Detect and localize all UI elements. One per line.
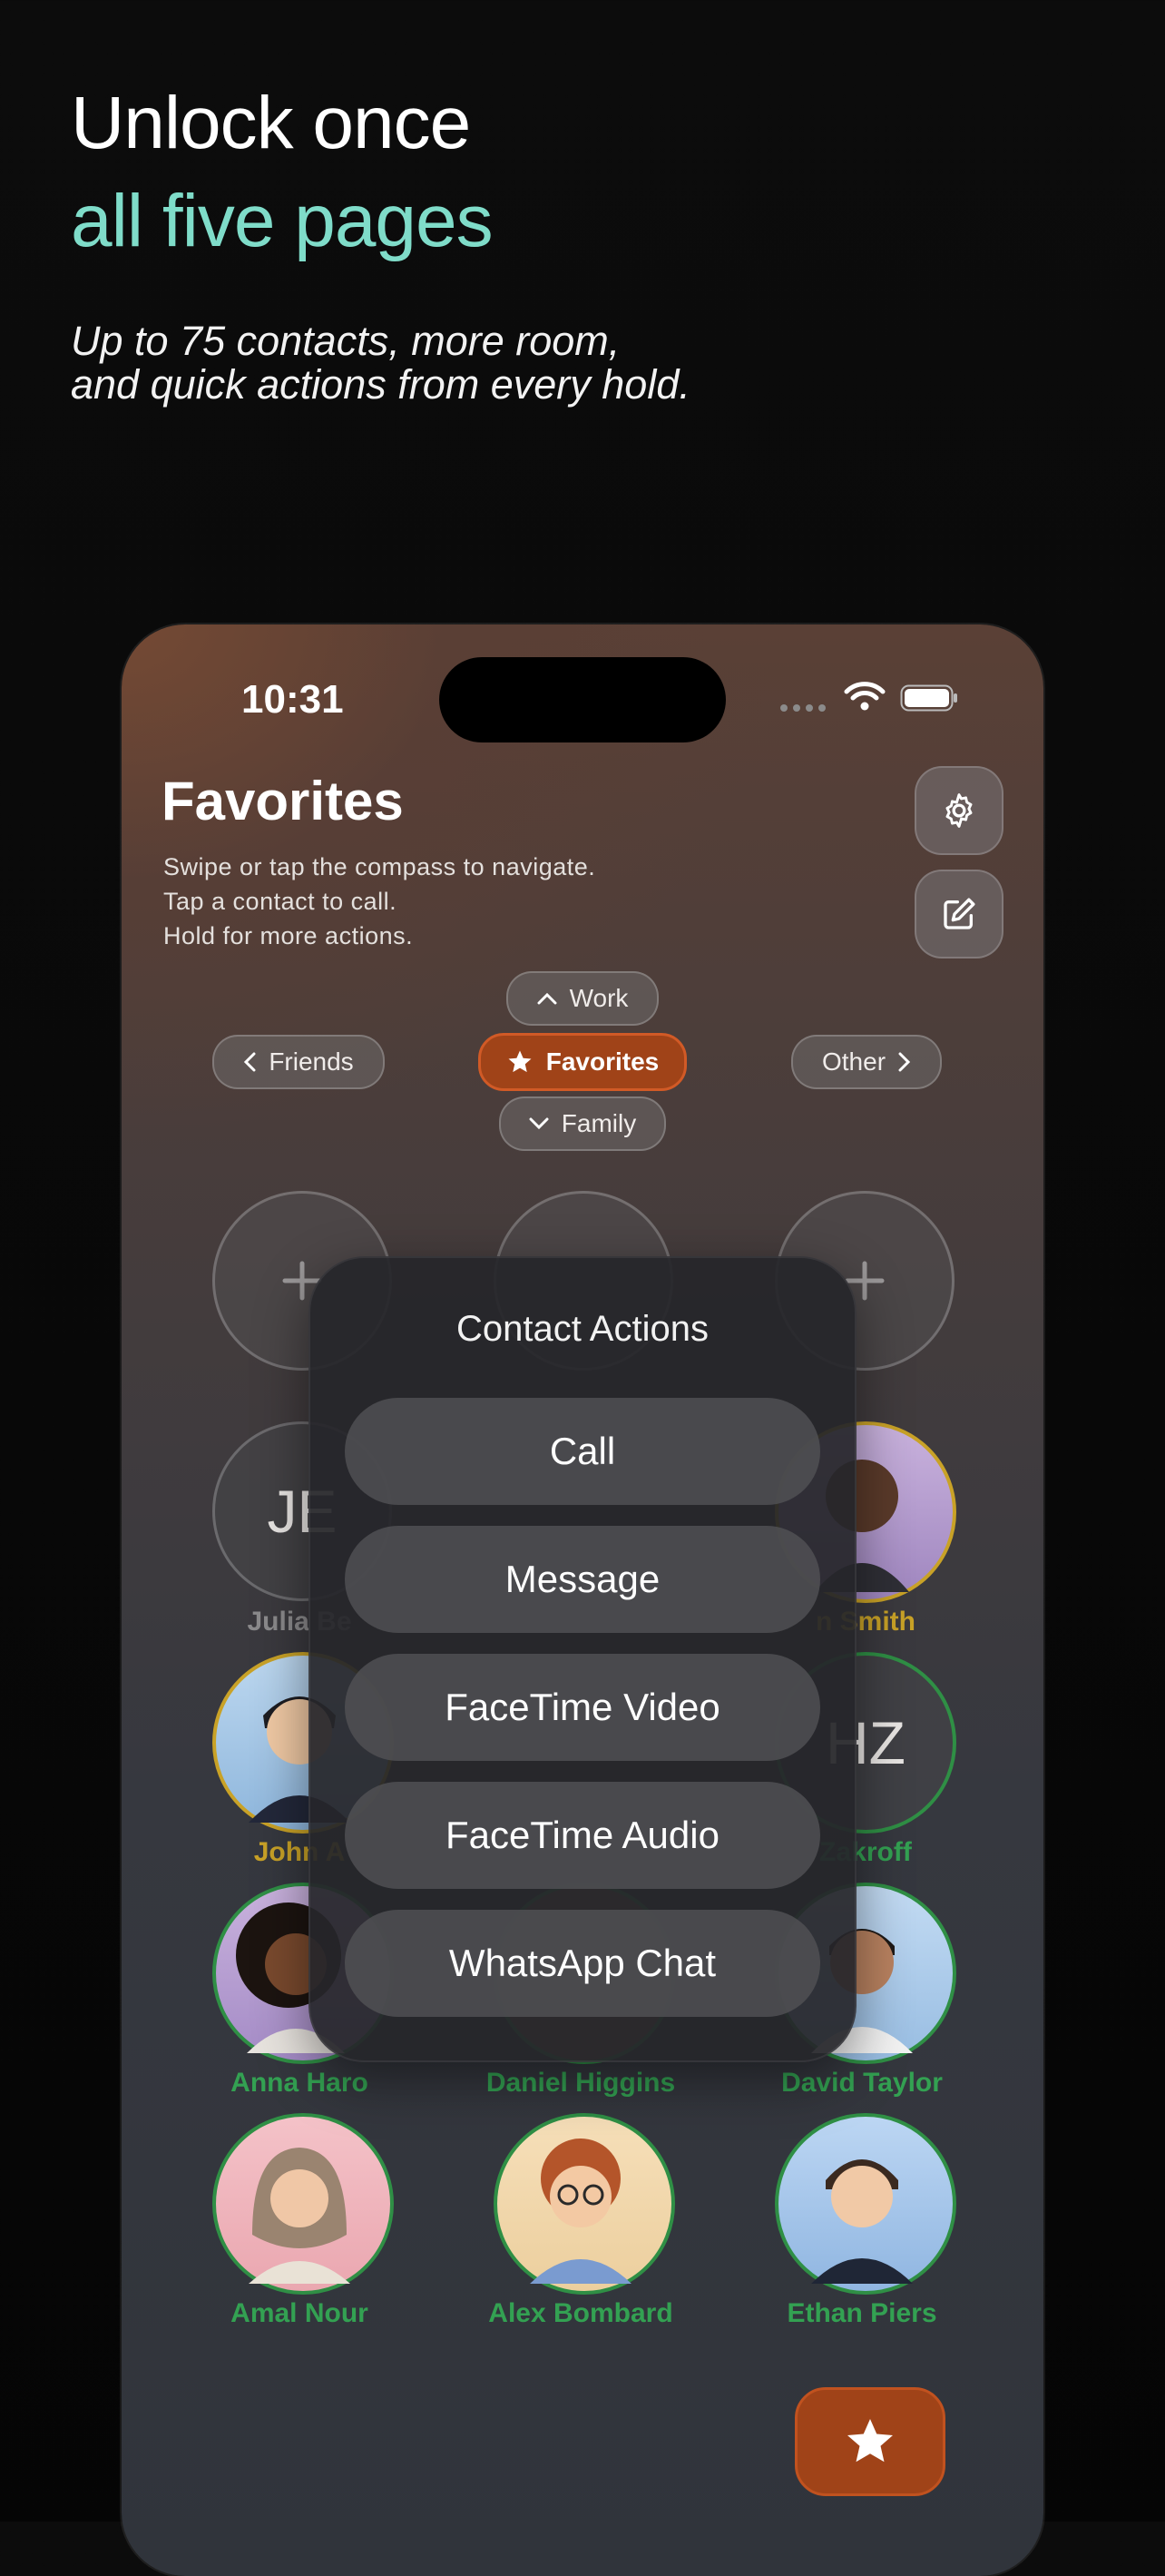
edit-button[interactable] (915, 870, 1003, 959)
compass-center-favorites[interactable]: Favorites (478, 1033, 687, 1091)
headline: Unlock once all five pages (71, 74, 494, 270)
contact-name: Anna Haro (230, 2068, 368, 2098)
headline-line-1: Unlock once (71, 82, 471, 164)
compass-up-work[interactable]: Work (506, 971, 659, 1026)
favorites-button[interactable] (795, 2387, 945, 2496)
menu-title: Contact Actions (456, 1309, 709, 1349)
person-portrait-icon (530, 2138, 631, 2284)
compose-icon (944, 898, 975, 929)
facetime-audio-button[interactable]: FaceTime Audio (345, 1782, 820, 1889)
chevron-left-icon (244, 1052, 256, 1072)
contact-actions-menu: Contact Actions Call Message FaceTime Vi… (308, 1256, 857, 2062)
contact-avatar-ethan[interactable] (775, 2113, 956, 2295)
star-icon (508, 1050, 532, 1073)
contact-avatar-alex[interactable] (494, 2113, 675, 2295)
subtitle-line-2: and quick actions from every hold. (71, 361, 690, 408)
compass-center-label: Favorites (545, 1047, 660, 1076)
chevron-right-icon (898, 1052, 911, 1072)
contact-name: Ethan Piers (787, 2298, 937, 2328)
contact-name: Alex Bombard (488, 2298, 673, 2328)
compass-down-family[interactable]: Family (499, 1096, 666, 1151)
subtitle-line-1: Up to 75 contacts, more room, (71, 318, 621, 364)
star-icon (847, 2419, 893, 2463)
subtitle: Up to 75 contacts, more room, and quick … (71, 320, 690, 407)
signal-dots-icon (780, 704, 826, 712)
person-portrait-icon (811, 2159, 913, 2284)
compass-left-friends[interactable]: Friends (212, 1035, 385, 1089)
phone-mockup: 10:31 Favorites Swipe or tap the compass… (122, 624, 1043, 2576)
compass-up-label: Work (569, 984, 629, 1012)
contact-name: Daniel Higgins (485, 2068, 676, 2098)
status-time: 10:31 (241, 677, 344, 722)
instruction-line: Tap a contact to call. (163, 888, 397, 915)
compass-down-label: Family (561, 1109, 637, 1137)
instruction-line: Swipe or tap the compass to navigate. (163, 853, 596, 880)
chevron-down-icon (529, 1117, 549, 1130)
compass-left-label: Friends (269, 1047, 354, 1076)
facetime-video-button[interactable]: FaceTime Video (345, 1654, 820, 1761)
whatsapp-chat-button[interactable]: WhatsApp Chat (345, 1910, 820, 2017)
compass-right-label: Other (821, 1047, 886, 1076)
call-button[interactable]: Call (345, 1398, 820, 1505)
contact-avatar-amal[interactable] (212, 2113, 394, 2295)
instructions: Swipe or tap the compass to navigate. Ta… (163, 850, 595, 953)
instruction-line: Hold for more actions. (163, 922, 414, 949)
gear-icon (945, 793, 973, 828)
page-title: Favorites (162, 771, 404, 831)
headline-line-2: all five pages (71, 180, 494, 262)
wifi-icon (844, 682, 886, 711)
dynamic-island (439, 657, 726, 742)
settings-button[interactable] (915, 766, 1003, 855)
person-portrait-icon (249, 2148, 350, 2284)
contact-name: David Taylor (781, 2068, 943, 2098)
contact-name: Amal Nour (230, 2298, 368, 2328)
chevron-up-icon (537, 992, 557, 1005)
compass-right-other[interactable]: Other (791, 1035, 942, 1089)
battery-icon (900, 684, 957, 712)
message-button[interactable]: Message (345, 1526, 820, 1633)
